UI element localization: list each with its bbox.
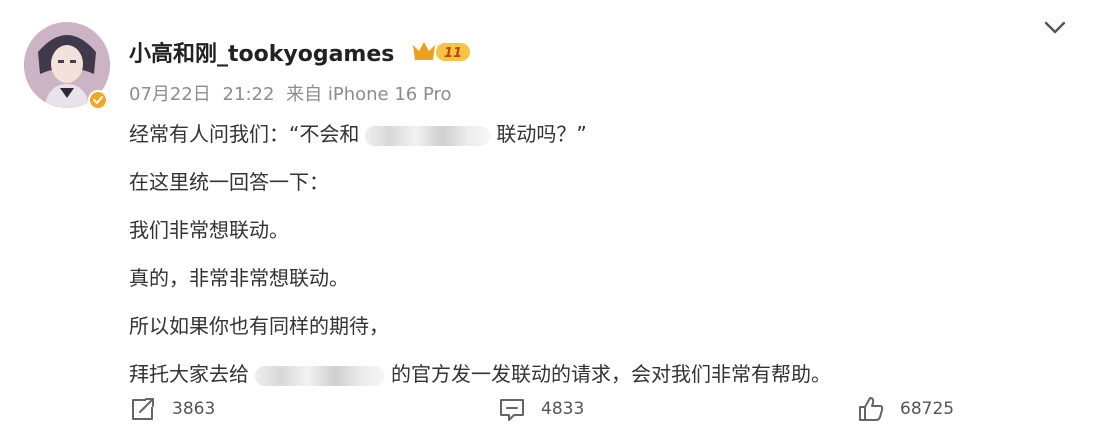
content-text: 经常有人问我们：“不会和 <box>129 122 360 146</box>
repost-button[interactable]: 3863 <box>128 395 215 423</box>
content-line: 经常有人问我们：“不会和 联动吗？” <box>129 115 1029 163</box>
content-line: 在这里统一回答一下： <box>129 170 329 194</box>
like-button[interactable]: 68725 <box>856 395 954 423</box>
content-line: 真的，非常非常想联动。 <box>129 266 349 290</box>
comment-button[interactable]: 4833 <box>497 395 584 423</box>
verified-badge-icon <box>88 90 108 110</box>
content-text: 拜托大家去给 <box>129 362 249 386</box>
content-text: 联动吗？” <box>496 122 587 146</box>
chevron-down-icon[interactable] <box>1040 16 1070 38</box>
content-line: 我们非常想联动。 <box>129 218 289 242</box>
vip-level-label: 11 <box>444 46 462 61</box>
censored-blur <box>255 365 385 386</box>
repost-icon <box>132 398 154 420</box>
post-date[interactable]: 07月22日 <box>129 84 211 105</box>
post-source: 来自 iPhone 16 Pro <box>286 84 452 105</box>
crown-vip-icon[interactable]: 11 <box>410 38 472 64</box>
like-count: 68725 <box>900 399 955 419</box>
content-line: 所以如果你也有同样的期待， <box>129 314 389 338</box>
post-content: 经常有人问我们：“不会和 联动吗？” 在这里统一回答一下： 我们非常想联动。 真的… <box>129 115 1029 403</box>
post-meta: 07月22日 21:22 来自 iPhone 16 Pro <box>129 80 458 106</box>
thumbs-up-icon <box>859 397 884 421</box>
username[interactable]: 小高和刚_tookyogames <box>129 36 394 68</box>
repost-count: 3863 <box>172 399 216 419</box>
content-text: 的官方发一发联动的请求，会对我们非常有帮助。 <box>391 362 831 386</box>
post-time[interactable]: 21:22 <box>223 84 275 105</box>
censored-blur <box>365 125 491 146</box>
comment-icon <box>500 399 524 421</box>
action-bar: 3863 4833 68725 <box>0 395 1100 429</box>
comment-count: 4833 <box>541 399 585 419</box>
weibo-post: 小高和刚_tookyogames 11 07月22日 21:22 来自 iPho… <box>0 0 1100 430</box>
